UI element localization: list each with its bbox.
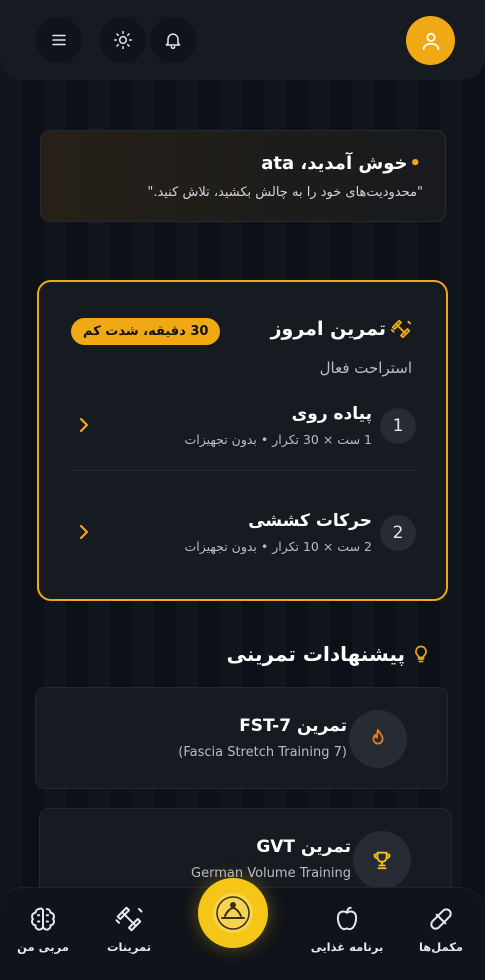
app-header [0, 0, 485, 80]
suggestion-name: تمرین FST-7 [239, 716, 347, 736]
nav-item-workouts[interactable]: تمرینات [86, 904, 172, 954]
welcome-quote: "محدودیت‌های خود را به چالش بکشید، تلاش … [147, 185, 423, 200]
athlete-logo-icon [213, 893, 253, 933]
theme-toggle-button[interactable] [100, 17, 146, 63]
center-action-button[interactable] [198, 878, 268, 948]
hamburger-menu-icon [52, 34, 66, 46]
welcome-card: • خوش آمدید، ata "محدودیت‌های خود را به … [40, 130, 446, 222]
suggestion-name: تمرین GVT [256, 837, 351, 857]
exercise-detail: 1 ست × 30 تکرار • بدون تجهیزات [184, 432, 372, 447]
duration-intensity-badge: 30 دقیقه، شدت کم [71, 318, 221, 345]
fire-icon [372, 728, 384, 745]
today-workout-title-row: تمرین امروز [271, 318, 412, 340]
trophy-icon [373, 851, 391, 870]
exercise-item[interactable]: 1 پیاده روی 1 ست × 30 تکرار • بدون تجهیز… [71, 400, 416, 464]
nav-item-supplements[interactable]: مکمل‌ها [398, 904, 484, 954]
lightbulb-icon [415, 645, 427, 663]
suggestions-title-row: پیشنهادات تمرینی [227, 642, 431, 666]
suggestion-icon-circle [349, 710, 407, 768]
exercise-detail: 2 ست × 10 تکرار • بدون تجهیزات [184, 539, 372, 554]
dumbbell-icon [390, 319, 412, 339]
nav-label: مکمل‌ها [418, 940, 464, 954]
chevron-left-icon [79, 524, 89, 540]
nav-label: تمرینات [106, 940, 152, 954]
today-workout-title: تمرین امروز [270, 318, 386, 340]
user-icon [422, 32, 439, 50]
exercise-name: پیاده روی [291, 404, 372, 424]
exercise-number: 1 [380, 408, 416, 444]
suggestions-title: پیشنهادات تمرینی [226, 642, 405, 666]
today-workout-card: تمرین امروز 30 دقیقه، شدت کم استراحت فعا… [37, 280, 448, 601]
exercise-name: حرکات کششی [248, 511, 372, 531]
apple-icon [336, 906, 358, 931]
pill-icon [430, 908, 452, 930]
nav-label: مربی من [17, 940, 69, 954]
welcome-title-row: • خوش آمدید، ata [261, 153, 421, 174]
exercise-divider [71, 470, 416, 471]
nav-label: برنامه غذایی [310, 940, 384, 954]
menu-button[interactable] [36, 17, 82, 63]
notifications-button[interactable] [150, 17, 196, 63]
accent-dot-icon: • [409, 153, 421, 174]
brain-icon [31, 907, 55, 931]
exercise-number: 2 [380, 515, 416, 551]
today-workout-subtitle: استراحت فعال [319, 359, 412, 377]
suggestion-card[interactable]: تمرین FST-7 (Fascia Stretch Training 7) [35, 687, 448, 789]
chevron-left-icon [79, 417, 89, 433]
profile-avatar-button[interactable] [406, 16, 455, 65]
suggestion-desc: German Volume Training [191, 866, 351, 881]
suggestion-icon-circle [353, 831, 411, 889]
suggestion-desc: (Fascia Stretch Training 7) [178, 745, 347, 760]
nav-item-coach[interactable]: مربی من [0, 904, 86, 954]
welcome-title: خوش آمدید، ata [261, 153, 408, 174]
nav-item-nutrition[interactable]: برنامه غذایی [304, 904, 390, 954]
sun-icon [113, 30, 133, 50]
exercise-item[interactable]: 2 حرکات کششی 2 ست × 10 تکرار • بدون تجهی… [71, 507, 416, 571]
dumbbell-icon [115, 906, 143, 932]
bell-icon [165, 33, 181, 50]
